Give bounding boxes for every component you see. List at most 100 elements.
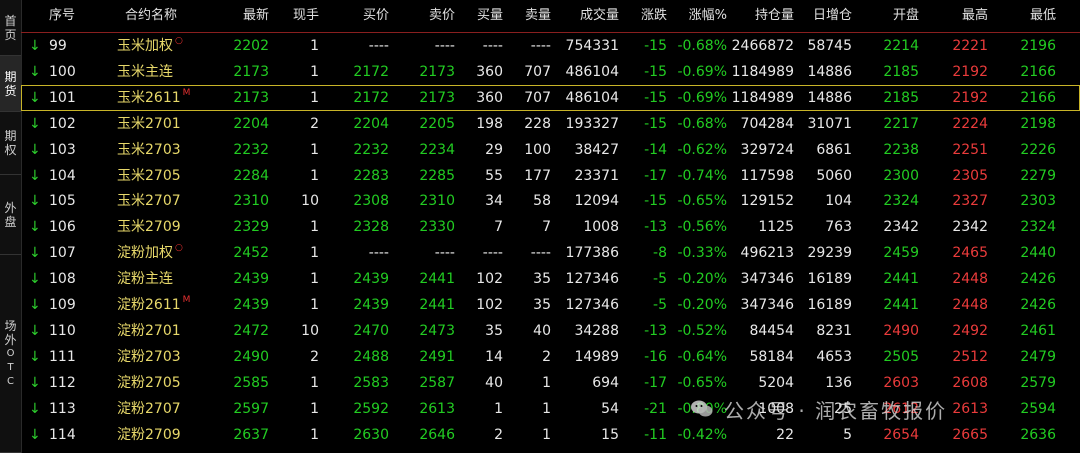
contract-name: 淀粉2705 (117, 374, 181, 391)
cell-high: 2465 (952, 245, 988, 262)
cell-vol: 754331 (565, 38, 619, 54)
cell-open: 2459 (883, 245, 919, 262)
cell-pct: -0.62% (677, 141, 727, 158)
cell-dinc: 31071 (807, 115, 852, 132)
table-row[interactable]: ↓ 99 玉米加权 ○ 2202 1 ---- ---- ---- ---- 754331 -15 -0… (21, 33, 1080, 59)
cell-open: 2505 (883, 348, 919, 365)
cell-bid: 2592 (353, 400, 389, 417)
cell-bid: 2308 (353, 193, 389, 210)
cell-hand: 1 (310, 374, 319, 391)
cell-dinc: 14886 (807, 89, 852, 106)
cell-hand: 1 (310, 400, 319, 417)
contract-name: 淀粉主连 (117, 271, 173, 288)
column-header[interactable]: 持仓量 (727, 0, 794, 32)
sidebar-tab-char: 期 (4, 129, 17, 143)
cell-oi: 347346 (740, 297, 794, 313)
cell-pct: -0.33% (677, 245, 727, 262)
column-header[interactable]: 最低 (996, 0, 1056, 32)
cell-vol: 34288 (574, 322, 619, 339)
cell-bid: 2328 (353, 219, 389, 236)
table-row[interactable]: ↓ 109 淀粉2611 M 2439 1 2439 2441 102 35 127346 -5 -0.… (21, 292, 1080, 318)
column-header[interactable]: 序号 (49, 0, 89, 32)
column-header[interactable]: 涨跌 (625, 0, 667, 32)
column-header[interactable]: 最高 (931, 0, 988, 32)
cell-open: 2441 (883, 271, 919, 288)
contract-name: 淀粉2701 (117, 322, 181, 339)
cell-askv: 2 (542, 348, 551, 365)
cell-bid: 2172 (353, 63, 389, 80)
column-header[interactable]: 最新 (213, 0, 269, 32)
cell-open: 2324 (883, 193, 919, 210)
cell-ask: 2330 (419, 219, 455, 236)
table-row[interactable]: ↓ 101 玉米2611 M 2173 1 2172 2173 360 707 486104 -15-… (21, 84, 1080, 111)
cell-dinc: 5060 (816, 167, 852, 184)
column-header[interactable]: 涨幅% (669, 0, 727, 32)
sidebar-tab-3[interactable]: 外盘 (0, 175, 21, 255)
cell-dinc: 14886 (807, 63, 852, 80)
sidebar-tab-1[interactable]: 期货 (0, 56, 21, 112)
column-header[interactable]: 卖量 (507, 0, 551, 32)
cell-vol: 12094 (574, 193, 619, 210)
table-row[interactable]: ↓ 100 玉米主连 2173 1 2172 2173 360 707 486104 -15 -0.6… (21, 59, 1080, 85)
cell-bidv: 1 (494, 400, 503, 417)
table-row[interactable]: ↓ 107 淀粉加权 ○ 2452 1 ---- ---- ---- ---- 177386 -8 -0… (21, 240, 1080, 266)
cell-high: 2192 (952, 63, 988, 80)
cell-name: 玉米2701 (117, 111, 207, 137)
contract-name: 淀粉2707 (117, 400, 181, 417)
column-header[interactable]: 合约名称 (125, 0, 205, 32)
cell-last: 2452 (233, 245, 269, 262)
cell-vol: 38427 (574, 141, 619, 158)
cell-dinc: 104 (825, 193, 852, 210)
table-row[interactable]: ↓ 111 淀粉2703 2490 2 2488 2491 14 2 14989 -16 -0.64%… (21, 344, 1080, 370)
cell-bidv: 34 (485, 193, 503, 210)
cell-idx: 109 (49, 297, 76, 313)
table-row[interactable]: ↓ 102 玉米2701 2204 2 2204 2205 198 228 193327 -15 -0… (21, 111, 1080, 137)
column-header[interactable]: 成交量 (551, 0, 619, 32)
table-row[interactable]: ↓ 105 玉米2707 2310 10 2308 2310 34 58 12094 -15 -0.6… (21, 188, 1080, 214)
cell-high: 2342 (952, 219, 988, 236)
cell-low: 2198 (1020, 115, 1056, 132)
table-row[interactable]: ↓ 106 玉米2709 2329 1 2328 2330 7 7 1008 -13 -0.56% 11… (21, 214, 1080, 240)
cell-bidv: ---- (482, 245, 503, 262)
column-header[interactable]: 买量 (461, 0, 503, 32)
cell-oi: 117598 (740, 167, 794, 184)
cell-bid: 2232 (353, 141, 389, 158)
cell-askv: 1 (542, 400, 551, 417)
wechat-icon (690, 397, 714, 421)
cell-ask: 2613 (419, 400, 455, 417)
cell-dinc: 16189 (807, 271, 852, 288)
cell-bidv: ---- (482, 38, 503, 54)
cell-hand: 1 (310, 38, 319, 54)
cell-dinc: 4653 (816, 348, 852, 365)
cell-ask: 2646 (419, 426, 455, 443)
cell-name: 玉米2703 (117, 137, 207, 163)
cell-hand: 1 (310, 141, 319, 158)
cell-oi: 58184 (749, 348, 794, 365)
down-arrow-icon: ↓ (29, 271, 41, 288)
column-header[interactable]: 现手 (271, 0, 319, 32)
cell-oi: 1184989 (731, 89, 794, 106)
cell-idx: 101 (49, 89, 76, 106)
sidebar-tab-char: 外 (4, 200, 17, 215)
cell-hand: 1 (310, 271, 319, 288)
sidebar-tab-2[interactable]: 期权 (0, 112, 21, 175)
down-arrow-icon: ↓ (29, 141, 41, 158)
cell-open: 2490 (883, 322, 919, 339)
column-header[interactable]: 买价 (331, 0, 389, 32)
cell-low: 2166 (1020, 63, 1056, 80)
table-row[interactable]: ↓ 104 玉米2705 2284 1 2283 2285 55 177 23371 -17 -0.7… (21, 163, 1080, 189)
cell-bid: 2283 (353, 167, 389, 184)
sidebar-tab-0[interactable]: 首页 (0, 0, 21, 56)
column-header[interactable]: 开盘 (861, 0, 919, 32)
table-row[interactable]: ↓ 108 淀粉主连 2439 1 2439 2441 102 35 127346 -5 -0.20%… (21, 266, 1080, 292)
column-header[interactable]: 日增仓 (796, 0, 852, 32)
cell-dinc: 8231 (816, 322, 852, 339)
cell-bid: 2439 (353, 297, 389, 313)
cell-bid: 2172 (353, 89, 389, 106)
cell-low: 2426 (1020, 297, 1056, 313)
sidebar-tab-4[interactable]: 场外OTC (0, 255, 21, 453)
table-row[interactable]: ↓ 110 淀粉2701 2472 10 2470 2473 35 40 34288 -13 -0.5… (21, 318, 1080, 344)
down-arrow-icon: ↓ (29, 400, 41, 417)
column-header[interactable]: 卖价 (399, 0, 455, 32)
table-row[interactable]: ↓ 103 玉米2703 2232 1 2232 2234 29 100 38427 -14 -0.6… (21, 137, 1080, 163)
